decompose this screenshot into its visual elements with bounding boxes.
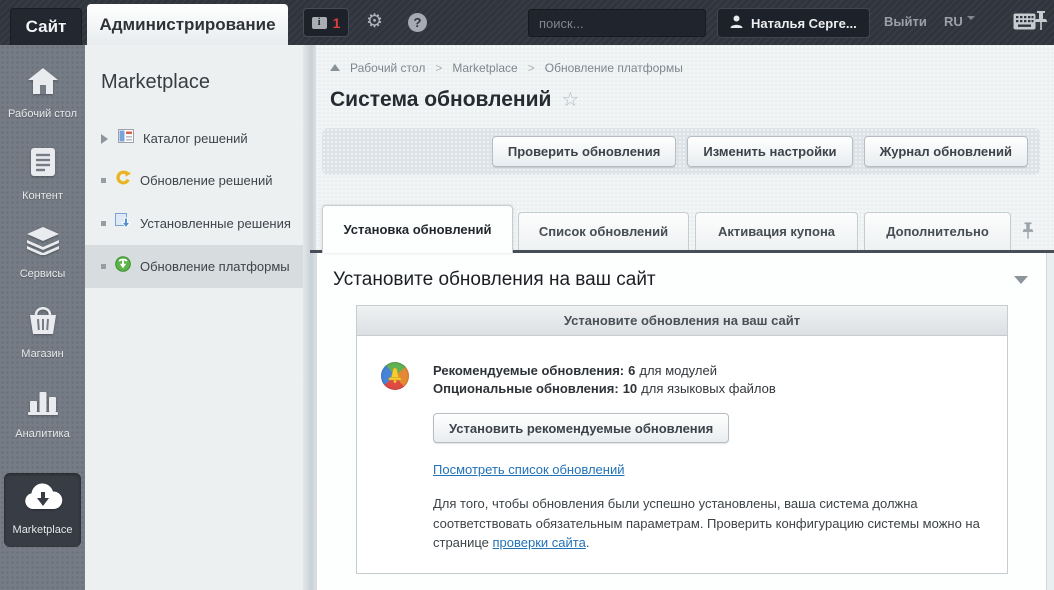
chevron-down-icon (967, 16, 975, 24)
marketplace-menu: Marketplace Каталог решений Обновление р… (85, 45, 303, 590)
tab-install-updates[interactable]: Установка обновлений (322, 205, 513, 253)
optional-updates-count: 10 (623, 381, 637, 396)
menu-item-platform-update[interactable]: Обновление платформы (85, 245, 303, 288)
update-panel-header: Установите обновления на ваш сайт (357, 306, 1007, 336)
catalog-icon (118, 129, 134, 148)
content-panel: Установите обновления на ваш сайт Устано… (316, 253, 1047, 590)
person-icon (730, 15, 743, 32)
recommended-updates-suffix: для модулей (639, 363, 717, 378)
rail-item-store[interactable]: Магазин (0, 307, 85, 387)
logout-link[interactable]: Выйти (884, 14, 927, 29)
recommended-updates-label: Рекомендуемые обновления: (433, 363, 624, 378)
document-icon (30, 147, 56, 182)
rail-item-label: Marketplace (13, 523, 73, 537)
rail-item-label: Сервисы (20, 267, 66, 281)
cloud-download-icon (23, 483, 63, 516)
site-check-link[interactable]: проверки сайта (493, 535, 586, 550)
breadcrumb-item[interactable]: Рабочий стол (350, 61, 425, 75)
rail-item-content[interactable]: Контент (0, 147, 85, 227)
breadcrumb-item[interactable]: Обновление платформы (545, 61, 683, 75)
check-updates-button[interactable]: Проверить обновления (492, 136, 677, 167)
rail-item-marketplace[interactable]: Marketplace (4, 473, 81, 547)
bar-chart-icon (27, 387, 59, 420)
user-name: Наталья Серге... (751, 16, 857, 31)
breadcrumb: Рабочий стол > Marketplace > Обновление … (316, 45, 1054, 75)
user-menu-button[interactable]: Наталья Серге... (717, 8, 870, 38)
tab-update-list[interactable]: Список обновлений (518, 212, 689, 250)
system-requirements-note: Для того, чтобы обновления были успешно … (433, 494, 987, 553)
rail-item-label: Рабочий стол (8, 107, 77, 121)
bullet-icon (101, 178, 106, 183)
menu-item-label: Установленные решения (140, 216, 291, 231)
rail-item-services[interactable]: Сервисы (0, 227, 85, 307)
rail-item-label: Контент (22, 189, 63, 203)
menu-title: Marketplace (85, 71, 303, 94)
note-text-end: . (586, 535, 590, 550)
notifications-button[interactable]: i 1 (303, 8, 349, 37)
panel-divider[interactable] (303, 45, 316, 590)
tab-administration[interactable]: Администрирование (87, 4, 288, 45)
rail-item-analytics[interactable]: Аналитика (0, 387, 85, 467)
update-log-button[interactable]: Журнал обновлений (864, 136, 1028, 167)
expand-arrow-icon[interactable] (101, 134, 113, 144)
optional-updates-line: Опциональные обновления: 10 для языковых ф… (433, 380, 987, 398)
pin-icon[interactable] (1034, 10, 1048, 37)
bullet-icon (101, 264, 106, 269)
installed-solutions-icon (115, 213, 131, 234)
page-title: Система обновлений (330, 88, 551, 112)
platform-update-icon (115, 256, 131, 277)
collapse-section-icon[interactable] (1014, 276, 1028, 291)
breadcrumb-separator: > (528, 61, 535, 75)
tabs-pin-icon[interactable] (1022, 221, 1034, 246)
home-icon (27, 67, 59, 100)
search-input[interactable] (529, 16, 721, 31)
recommended-updates-count: 6 (628, 363, 635, 378)
right-gutter (1047, 253, 1054, 590)
help-icon[interactable]: ? (408, 13, 427, 32)
breadcrumb-item[interactable]: Marketplace (452, 61, 517, 75)
rail-item-label: Аналитика (15, 427, 69, 441)
breadcrumb-home-icon[interactable] (330, 59, 340, 71)
recommended-updates-line: Рекомендуемые обновления: 6 для модулей (433, 362, 987, 380)
edit-settings-button[interactable]: Изменить настройки (687, 136, 852, 167)
update-panel: Установите обновления на ваш сайт Рекоме… (356, 305, 1008, 574)
refresh-icon (115, 170, 131, 191)
bullet-icon (101, 221, 106, 226)
menu-item-solutions-catalog[interactable]: Каталог решений (85, 118, 303, 159)
search-box (528, 9, 706, 37)
menu-item-solutions-update[interactable]: Обновление решений (85, 159, 303, 202)
left-rail: Рабочий стол Контент Сервисы Магазин Ана… (0, 45, 85, 590)
rail-item-label: Магазин (21, 347, 63, 361)
info-bubble-icon: i (312, 17, 327, 29)
menu-item-label: Каталог решений (143, 131, 248, 146)
gear-icon[interactable]: ⚙ (366, 11, 383, 33)
layers-icon (26, 227, 60, 260)
rail-item-desktop[interactable]: Рабочий стол (0, 67, 85, 147)
menu-item-label: Обновление решений (140, 173, 273, 188)
install-recommended-button[interactable]: Установить рекомендуемые обновления (433, 413, 729, 443)
updates-ball-icon (381, 362, 409, 390)
tab-additional[interactable]: Дополнительно (864, 212, 1011, 250)
notifications-count: 1 (333, 15, 341, 31)
optional-updates-suffix: для языковых файлов (641, 381, 776, 396)
language-code: RU (944, 14, 963, 29)
menu-item-label: Обновление платформы (140, 259, 290, 274)
breadcrumb-separator: > (435, 61, 442, 75)
tab-coupon-activation[interactable]: Активация купона (695, 212, 858, 250)
basket-icon (26, 307, 60, 340)
section-title: Установите обновления на ваш сайт (333, 269, 656, 291)
view-update-list-link[interactable]: Посмотреть список обновлений (433, 462, 624, 477)
workspace: Рабочий стол > Marketplace > Обновление … (316, 45, 1054, 590)
keyboard-icon[interactable] (1013, 13, 1036, 35)
favorite-star-icon[interactable]: ☆ (561, 87, 579, 112)
optional-updates-label: Опциональные обновления: (433, 381, 619, 396)
top-bar: Сайт Администрирование i 1 ⚙ ? Наталья С… (0, 0, 1054, 45)
menu-item-installed-solutions[interactable]: Установленные решения (85, 202, 303, 245)
tab-site[interactable]: Сайт (10, 8, 82, 45)
language-selector[interactable]: RU (944, 14, 975, 29)
action-toolbar: Проверить обновления Изменить настройки … (322, 128, 1040, 175)
